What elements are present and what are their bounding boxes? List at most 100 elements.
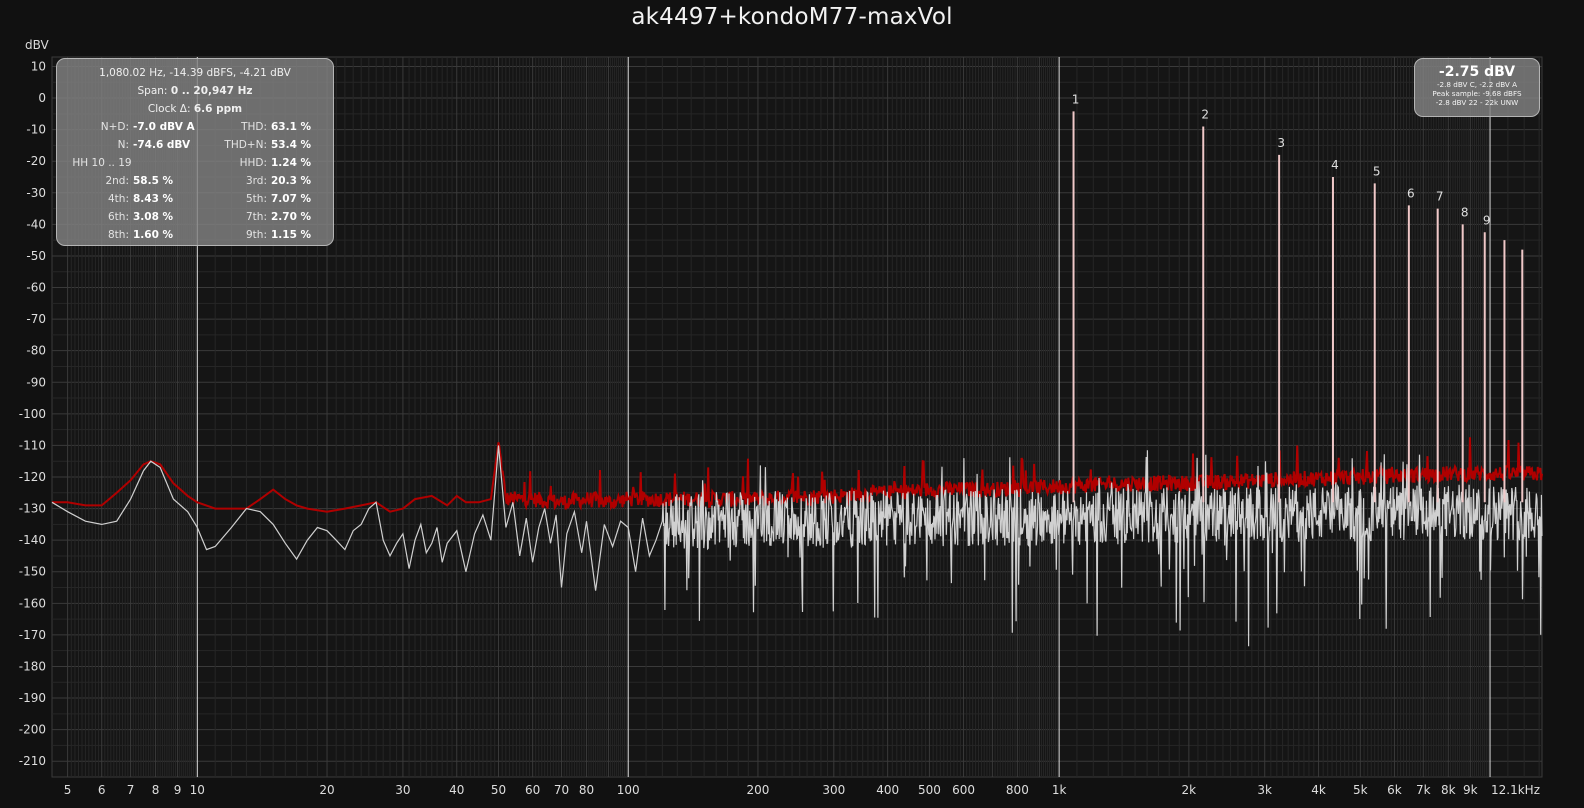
x-tick-label: 3k (1257, 783, 1272, 797)
x-tick-label: 400 (876, 783, 899, 797)
x-tick-label: 300 (822, 783, 845, 797)
distortion-label: 3rd: (245, 175, 267, 187)
level-weighted: -2.8 dBV C, -2.2 dBV A (1436, 80, 1518, 89)
distortion-cell: 2nd: 58.5 % (57, 172, 195, 190)
clock-readout: Clock Δ: 6.6 ppm (57, 100, 333, 118)
distortion-row: N: -74.6 dBV THD+N: 53.4 % (57, 136, 333, 154)
distortion-table: N+D: -7.0 dBV A THD: 63.1 % N: -74.6 dBV THD+N… (57, 118, 333, 244)
distortion-label: 9th: (246, 229, 267, 241)
distortion-row: 6th: 3.08 % 7th: 2.70 % (57, 208, 333, 226)
distortion-label: THD+N: (224, 139, 267, 151)
distortion-cell: 5th: 7.07 % (195, 190, 333, 208)
distortion-value: 3.08 % (133, 211, 174, 223)
distortion-label: 8th: (108, 229, 129, 241)
x-tick-label: 50 (491, 783, 506, 797)
distortion-row: 8th: 1.60 % 9th: 1.15 % (57, 226, 333, 244)
distortion-row: 2nd: 58.5 % 3rd: 20.3 % (57, 172, 333, 190)
y-tick-label: 10 (31, 59, 46, 73)
x-tick-label: 70 (554, 783, 569, 797)
x-axis-ticks: 5 6 7 8 9 10 20 30 40 50 60 70 80 100 200 300 400 500 600 8… (64, 783, 1540, 797)
y-tick-label: -160 (19, 596, 46, 610)
level-unweighted: -2.8 dBV 22 - 22k UNW (1435, 98, 1519, 107)
x-tick-label: 8k (1441, 783, 1456, 797)
x-tick-label: 1k (1052, 783, 1067, 797)
harmonic-label-5: 5 (1373, 164, 1381, 178)
y-tick-label: -110 (19, 438, 46, 452)
distortion-cell: HH 10 .. 19 (57, 154, 195, 172)
distortion-label: 6th: (108, 211, 129, 223)
distortion-value: 8.43 % (133, 193, 174, 205)
x-tick-label: 200 (746, 783, 769, 797)
harmonic-label-3: 3 (1277, 136, 1285, 150)
span-label: Span: (137, 85, 168, 97)
x-tick-label: 500 (918, 783, 941, 797)
x-tick-label: 12.1kHz (1491, 783, 1540, 797)
x-tick-label: 7 (127, 783, 135, 797)
x-tick-label: 9k (1463, 783, 1478, 797)
level-peak-sample: Peak sample: -9.68 dBFS (1432, 89, 1522, 98)
measurement-info-panel[interactable]: 1,080.02 Hz, -14.39 dBFS, -4.21 dBV Span… (56, 58, 334, 246)
x-tick-label: 8 (152, 783, 160, 797)
x-tick-label: 600 (952, 783, 975, 797)
distortion-value: 1.60 % (133, 229, 174, 241)
distortion-value: 1.24 % (271, 157, 312, 169)
x-tick-label: 5 (64, 783, 72, 797)
y-tick-label: -190 (19, 691, 46, 705)
harmonic-label-2: 2 (1201, 107, 1209, 121)
distortion-cell: 3rd: 20.3 % (195, 172, 333, 190)
x-tick-label: 5k (1353, 783, 1368, 797)
y-tick-label: 0 (38, 91, 46, 105)
distortion-value: -7.0 dBV A (133, 121, 195, 133)
y-tick-label: -120 (19, 470, 46, 484)
y-tick-label: -50 (26, 249, 46, 263)
distortion-value: 1.15 % (271, 229, 312, 241)
level-value: -2.75 dBV (1438, 64, 1516, 80)
level-readout-panel[interactable]: -2.75 dBV -2.8 dBV C, -2.2 dBV A Peak sa… (1414, 58, 1540, 117)
harmonic-label-6: 6 (1407, 186, 1415, 200)
cursor-readout: 1,080.02 Hz, -14.39 dBFS, -4.21 dBV (99, 67, 291, 79)
distortion-cell: 7th: 2.70 % (195, 208, 333, 226)
y-tick-label: -210 (19, 754, 46, 768)
span-readout: Span: 0 .. 20,947 Hz (57, 82, 333, 100)
y-tick-label: -80 (26, 344, 46, 358)
harmonic-label-4: 4 (1331, 158, 1339, 172)
distortion-cell: 4th: 8.43 % (57, 190, 195, 208)
y-tick-label: -40 (26, 217, 46, 231)
distortion-value: 2.70 % (271, 211, 312, 223)
distortion-label: THD: (241, 121, 267, 133)
x-tick-label: 60 (525, 783, 540, 797)
x-tick-label: 80 (579, 783, 594, 797)
x-tick-label: 10 (190, 783, 205, 797)
y-tick-label: -70 (26, 312, 46, 326)
y-tick-label: -100 (19, 407, 46, 421)
y-tick-label: -20 (26, 154, 46, 168)
clock-label: Clock Δ: (147, 103, 191, 115)
clock-value: 6.6 ppm (193, 103, 243, 115)
distortion-value: 63.1 % (271, 121, 312, 133)
x-tick-label: 800 (1006, 783, 1029, 797)
distortion-value: 7.07 % (271, 193, 312, 205)
distortion-value: 20.3 % (271, 175, 312, 187)
x-tick-label: 40 (449, 783, 464, 797)
distortion-cell: 8th: 1.60 % (57, 226, 195, 244)
y-tick-label: -130 (19, 502, 46, 516)
distortion-label: HHD: (239, 157, 267, 169)
x-tick-label: 7k (1416, 783, 1431, 797)
distortion-cell: THD: 63.1 % (195, 118, 333, 136)
harmonic-label-7: 7 (1436, 190, 1444, 204)
distortion-cell: THD+N: 53.4 % (195, 136, 333, 154)
distortion-label: 5th: (246, 193, 267, 205)
distortion-value: 58.5 % (133, 175, 174, 187)
distortion-label: 4th: (108, 193, 129, 205)
distortion-label: 7th: (246, 211, 267, 223)
span-value: 0 .. 20,947 Hz (170, 85, 253, 97)
x-tick-label: 6k (1387, 783, 1402, 797)
y-axis-unit-label: dBV (25, 38, 49, 52)
x-tick-label: 100 (617, 783, 640, 797)
distortion-row: N+D: -7.0 dBV A THD: 63.1 % (57, 118, 333, 136)
distortion-label: N+D: (100, 121, 129, 133)
distortion-cell: 9th: 1.15 % (195, 226, 333, 244)
distortion-cell: N+D: -7.0 dBV A (57, 118, 195, 136)
y-tick-label: -150 (19, 565, 46, 579)
distortion-label: 2nd: (105, 175, 129, 187)
